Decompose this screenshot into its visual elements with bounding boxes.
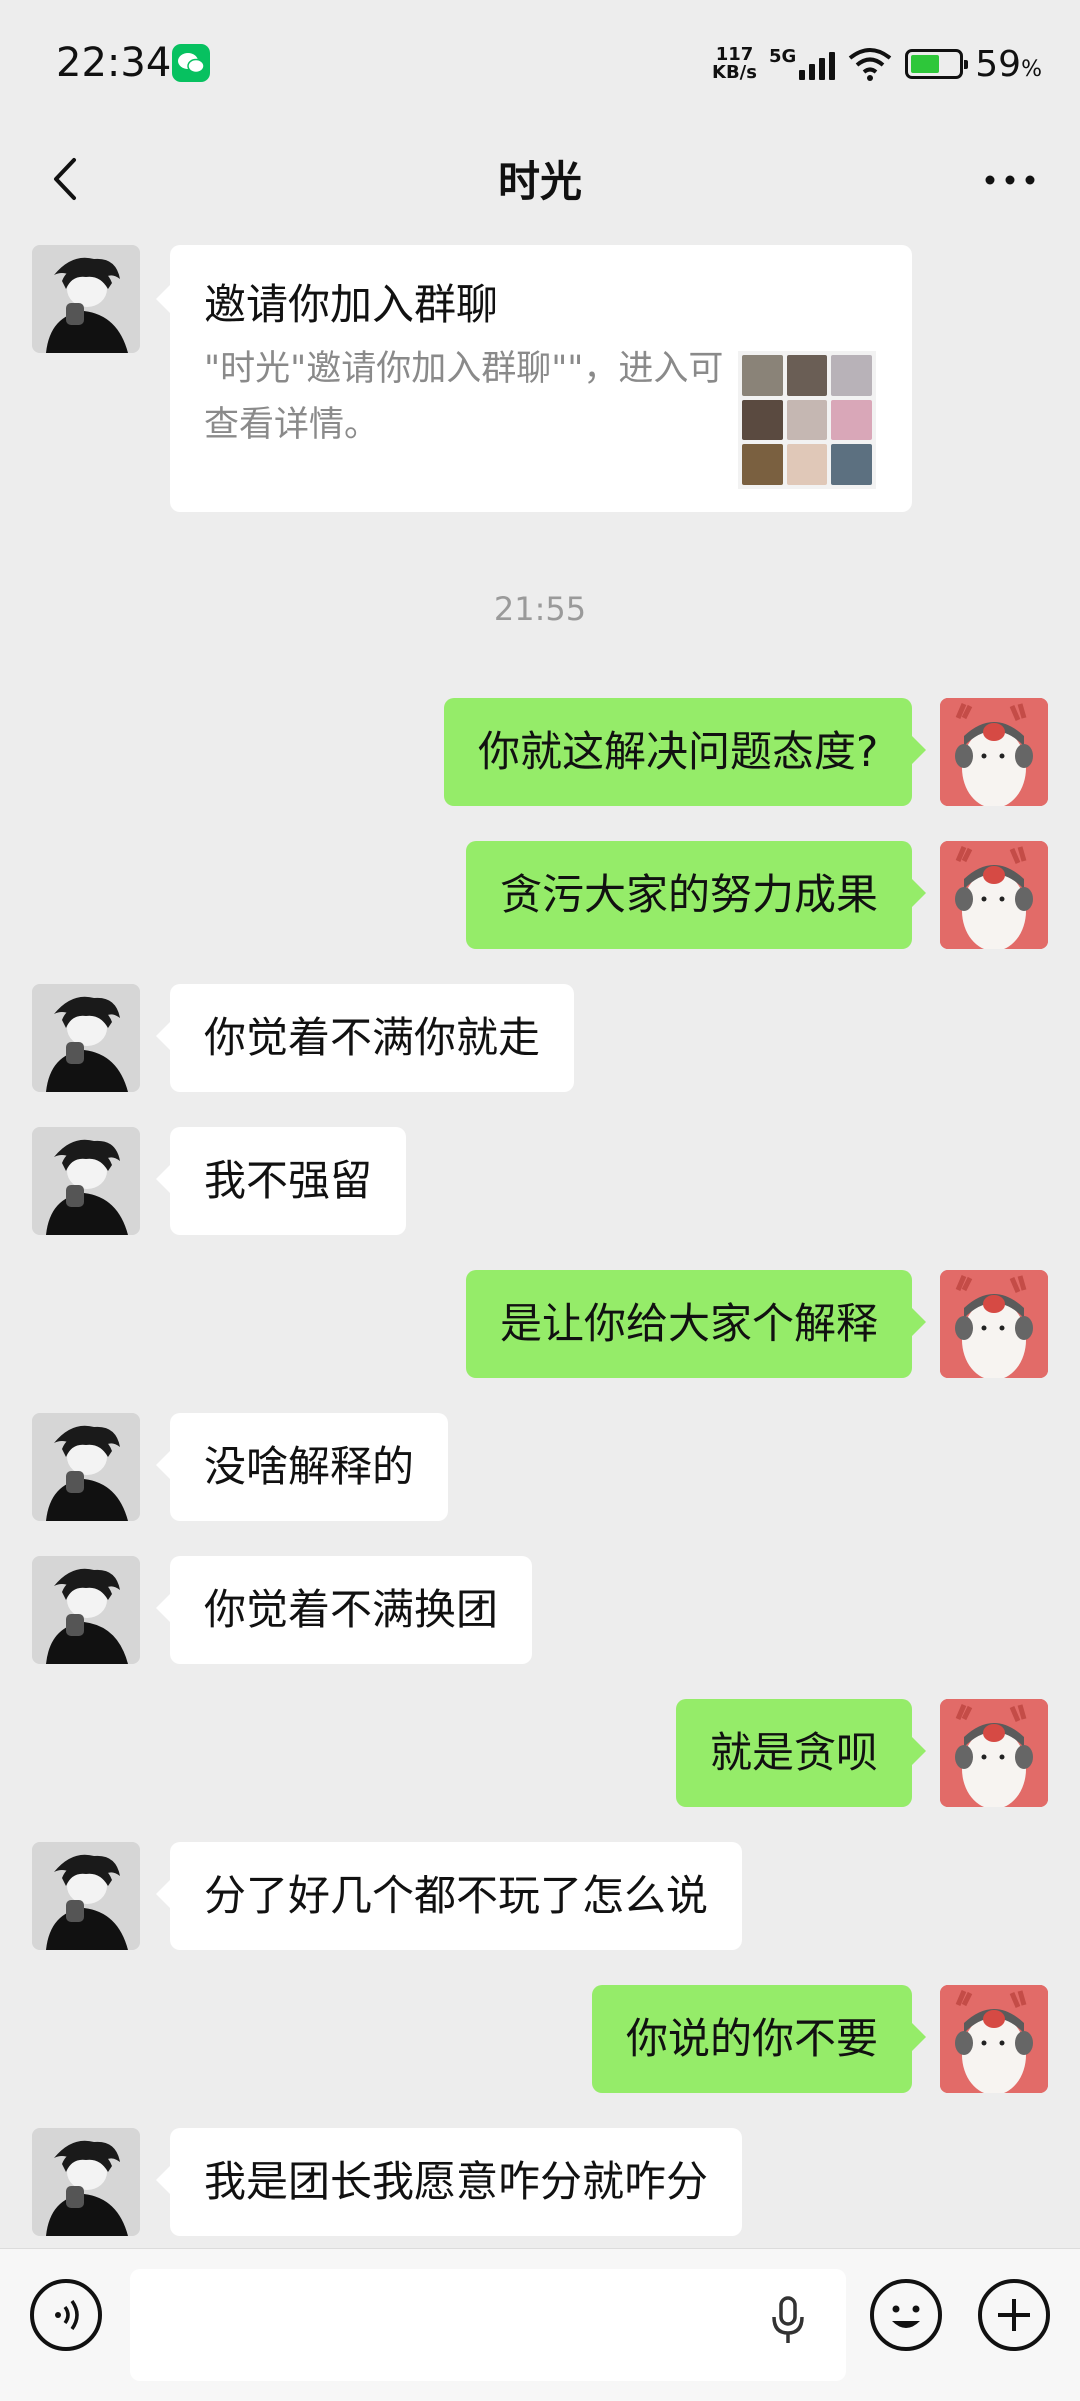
status-bar: 22:34 117 KB/s 5G 59% (0, 0, 1080, 130)
chat-header: 时光 (0, 130, 1080, 230)
avatar-self[interactable] (940, 1985, 1048, 2093)
input-bar (0, 2248, 1080, 2401)
message-input[interactable] (130, 2269, 846, 2381)
emoji-icon (892, 2305, 920, 2328)
message-bubble-received[interactable]: 分了好几个都不玩了怎么说 (155, 1842, 743, 1950)
avatar-other[interactable] (32, 1842, 140, 1950)
avatar-other[interactable] (32, 1556, 140, 1664)
voice-mode-icon (55, 2299, 79, 2331)
message-bubble-received[interactable]: 没啥解释的 (155, 1413, 449, 1521)
status-time: 22:34 (56, 40, 172, 86)
message-bubble-sent[interactable]: 贪污大家的努力成果 (466, 841, 927, 949)
avatar-other[interactable] (32, 2128, 140, 2236)
network-speed: 117 KB/s (712, 44, 757, 83)
avatar-other[interactable] (32, 984, 140, 1092)
message-bubble-sent[interactable]: 是让你给大家个解释 (466, 1270, 927, 1378)
avatar-other[interactable] (32, 1413, 140, 1521)
message-bubble-received[interactable]: 我不强留 (155, 1127, 407, 1235)
avatar-self[interactable] (940, 1699, 1048, 1807)
avatar-other[interactable] (32, 1127, 140, 1235)
invite-card-title: 邀请你加入群聊 (204, 280, 499, 329)
invite-card-description: "时光"邀请你加入群聊""，进入可查看详情。 (204, 349, 724, 445)
message-bubble-received[interactable]: 你觉着不满你就走 (155, 984, 575, 1092)
emoji-button[interactable] (870, 2279, 942, 2351)
message-bubble-sent[interactable]: 你就这解决问题态度? (444, 698, 927, 806)
avatar-other[interactable] (32, 245, 140, 353)
more-dots-icon[interactable] (980, 160, 1040, 200)
battery-percent: 59% (975, 43, 1042, 85)
message-bubble-received[interactable]: 你觉着不满换团 (155, 1556, 533, 1664)
wifi-icon (849, 48, 892, 81)
wechat-notification-icon (172, 44, 210, 82)
chat-title: 时光 (497, 157, 582, 206)
microphone-icon[interactable] (770, 2295, 806, 2347)
message-timestamp: 21:55 (493, 590, 587, 628)
voice-mode-button[interactable] (30, 2279, 102, 2351)
signal-icon (799, 48, 836, 80)
more-functions-button[interactable] (978, 2279, 1050, 2351)
battery-icon (905, 49, 969, 79)
plus-icon (998, 2299, 1030, 2331)
avatar-self[interactable] (940, 1270, 1048, 1378)
message-bubble-sent[interactable]: 你说的你不要 (592, 1985, 927, 2093)
message-bubble-received[interactable]: 我是团长我愿意咋分就咋分 (155, 2128, 743, 2236)
group-invite-card[interactable]: 邀请你加入群聊 "时光"邀请你加入群聊""，进入可查看详情。 (156, 245, 912, 512)
message-bubble-sent[interactable]: 就是贪呗 (676, 1699, 927, 1807)
avatar-self[interactable] (940, 841, 1048, 949)
network-type: 5G (768, 46, 797, 67)
group-thumbnail (738, 351, 876, 489)
avatar-self[interactable] (940, 698, 1048, 806)
